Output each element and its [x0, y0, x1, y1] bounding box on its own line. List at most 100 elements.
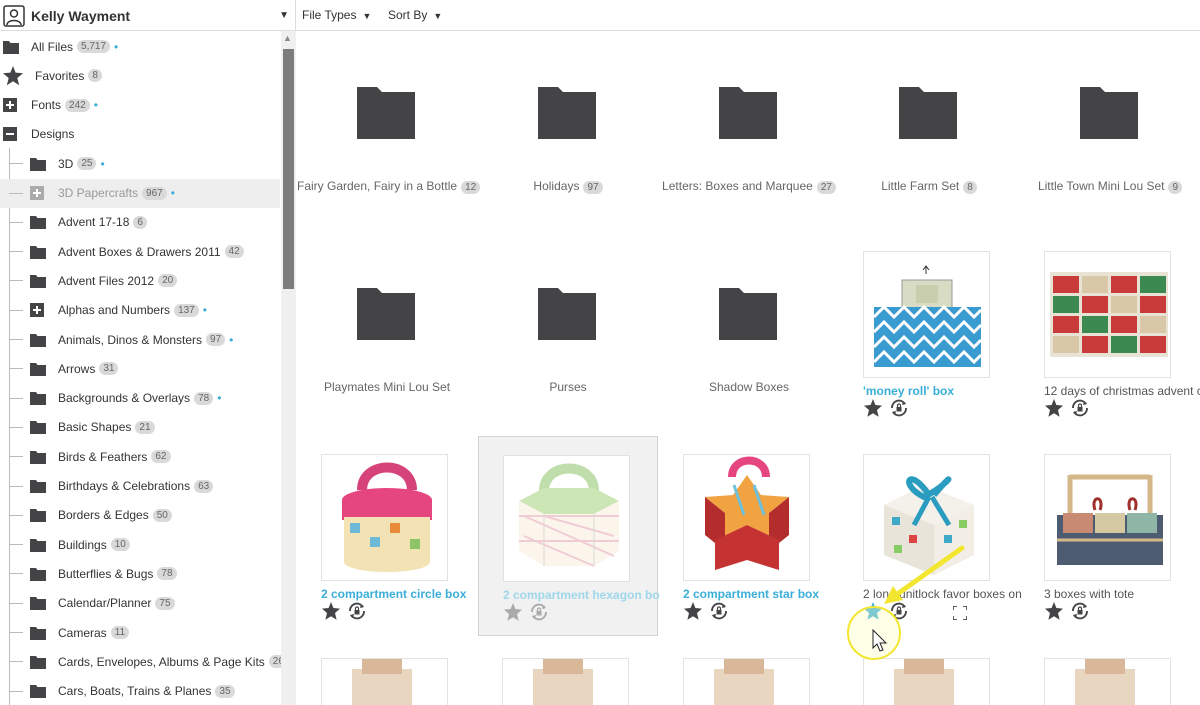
folder-icon[interactable]	[0, 479, 46, 493]
folder-icon[interactable]	[0, 420, 46, 435]
sidebar-item[interactable]: 3D 25 •	[0, 149, 280, 178]
plus-folder-icon[interactable]	[0, 98, 19, 113]
design-title[interactable]: 2 compartment star box	[683, 587, 843, 601]
folder-icon[interactable]	[0, 626, 46, 640]
design-card[interactable]: 'money roll' box	[839, 233, 1019, 433]
design-card[interactable]: 12 days of christmas advent c	[1020, 233, 1200, 433]
sidebar-item[interactable]: Calendar/Planner 75	[0, 589, 280, 618]
design-title[interactable]: 2 compartment circle box	[321, 587, 481, 601]
design-thumbnail[interactable]	[683, 658, 810, 705]
design-card[interactable]: 2 compartment hexagon bo	[478, 436, 660, 636]
sidebar-scrollbar[interactable]: ▲	[281, 31, 296, 705]
folder-icon[interactable]	[0, 245, 46, 259]
sidebar-item[interactable]: Basic Shapes 21	[0, 413, 280, 442]
sidebar-item[interactable]: Butterflies & Bugs 78	[0, 559, 280, 588]
design-thumbnail[interactable]	[683, 454, 810, 581]
plus-folder-icon[interactable]	[0, 186, 46, 200]
design-title[interactable]: 2 compartment hexagon bo	[503, 588, 663, 602]
sidebar-item[interactable]: 3D Papercrafts 967 •	[0, 178, 280, 208]
user-menu[interactable]: Kelly Wayment ▼	[0, 0, 296, 31]
plus-folder-icon[interactable]	[0, 303, 46, 318]
folder-tile[interactable]: Little Town Mini Lou Set 9	[1020, 32, 1200, 212]
folder-icon[interactable]	[0, 450, 46, 464]
folder-icon[interactable]	[0, 655, 46, 669]
sync-lock-icon[interactable]	[1070, 398, 1090, 418]
favorite-star-icon[interactable]	[1044, 398, 1064, 418]
design-title[interactable]: 2 long unitlock favor boxes on	[863, 587, 1023, 601]
sidebar-item[interactable]: Birds & Feathers 62	[0, 442, 280, 471]
sidebar-item[interactable]: All Files 5,717 •	[0, 32, 280, 61]
folder-tile[interactable]: Fairy Garden, Fairy in a Bottle 12	[297, 32, 481, 212]
favorite-star-icon[interactable]	[321, 601, 341, 621]
sidebar-item[interactable]: Advent Files 2012 20	[0, 266, 280, 295]
design-thumbnail[interactable]	[1044, 251, 1171, 378]
folder-icon[interactable]	[0, 362, 46, 376]
sidebar-item[interactable]: Animals, Dinos & Monsters 97 •	[0, 325, 280, 354]
sync-lock-icon[interactable]	[709, 601, 729, 621]
design-thumbnail[interactable]	[863, 658, 990, 705]
sidebar-item[interactable]: Arrows 31	[0, 354, 280, 383]
design-thumbnail[interactable]	[502, 658, 629, 705]
design-card[interactable]: 3 boxes with tote	[1020, 436, 1200, 636]
folder-icon[interactable]	[0, 508, 46, 523]
design-title[interactable]: 12 days of christmas advent c	[1044, 384, 1200, 398]
design-thumbnail[interactable]	[863, 251, 990, 378]
design-thumbnail[interactable]	[321, 454, 448, 581]
design-card[interactable]: 2 compartment circle box	[297, 436, 477, 636]
folder-icon[interactable]	[0, 391, 46, 406]
star-icon[interactable]	[0, 65, 23, 86]
sidebar-item[interactable]: Backgrounds & Overlays 78 •	[0, 384, 280, 413]
minus-folder-icon[interactable]	[0, 127, 19, 142]
folder-icon[interactable]	[0, 157, 46, 171]
scrollbar-thumb[interactable]	[283, 49, 294, 289]
favorite-star-icon[interactable]	[683, 601, 703, 621]
folder-tile[interactable]: Holidays 97	[478, 32, 658, 212]
folder-icon[interactable]	[0, 215, 46, 230]
sidebar-item[interactable]: Borders & Edges 50	[0, 501, 280, 530]
sidebar-item[interactable]: Buildings 10	[0, 530, 280, 559]
favorite-star-icon[interactable]	[863, 398, 883, 418]
folder-tile[interactable]: Playmates Mini Lou Set	[297, 233, 477, 413]
chevron-down-icon[interactable]: ▼	[279, 10, 289, 21]
sidebar-item[interactable]: Cars, Boats, Trains & Planes 35	[0, 677, 280, 705]
folder-tile[interactable]: Purses	[478, 233, 658, 413]
sidebar-item[interactable]: Alphas and Numbers 137 •	[0, 296, 280, 325]
folder-tile[interactable]: Little Farm Set 8	[839, 32, 1019, 212]
design-title[interactable]: 3 boxes with tote	[1044, 587, 1200, 601]
scroll-up-icon[interactable]: ▲	[283, 33, 292, 43]
folder-icon[interactable]	[0, 684, 46, 699]
design-thumbnail[interactable]	[503, 455, 630, 582]
favorite-star-icon[interactable]	[863, 601, 883, 621]
folder-icon[interactable]	[0, 596, 46, 611]
sync-lock-icon[interactable]	[1070, 601, 1090, 621]
sidebar-item[interactable]: Advent 17-18 6	[0, 208, 280, 237]
design-thumbnail[interactable]	[1044, 658, 1171, 705]
favorite-star-icon[interactable]	[503, 602, 523, 622]
folder-icon[interactable]	[0, 40, 19, 54]
sync-lock-icon[interactable]	[347, 601, 367, 621]
expand-icon[interactable]	[953, 606, 967, 620]
sync-lock-icon[interactable]	[529, 602, 549, 622]
design-card[interactable]: 2 long unitlock favor boxes on	[839, 436, 1022, 636]
design-title[interactable]: 'money roll' box	[863, 384, 1023, 398]
folder-icon[interactable]	[0, 333, 46, 347]
sidebar-item[interactable]: Birthdays & Celebrations 63	[0, 472, 280, 501]
folder-icon[interactable]	[0, 538, 46, 552]
sidebar-item[interactable]: Designs	[0, 120, 280, 149]
design-thumbnail[interactable]	[1044, 454, 1171, 581]
folder-icon[interactable]	[0, 274, 46, 288]
sort-by-dropdown[interactable]: Sort By ▼	[388, 8, 442, 22]
sidebar-item[interactable]: Cards, Envelopes, Albums & Page Kits267	[0, 647, 294, 676]
sidebar-item[interactable]: Favorites 8	[0, 61, 280, 90]
folder-tile[interactable]: Letters: Boxes and Marquee 27	[659, 32, 839, 212]
favorite-star-icon[interactable]	[1044, 601, 1064, 621]
design-thumbnail[interactable]	[863, 454, 990, 581]
sidebar-item[interactable]: Fonts 242 •	[0, 91, 280, 120]
sync-lock-icon[interactable]	[889, 398, 909, 418]
sidebar-item[interactable]: Advent Boxes & Drawers 2011 42	[0, 237, 280, 266]
design-card[interactable]: 2 compartment star box	[659, 436, 839, 636]
design-thumbnail[interactable]	[321, 658, 448, 705]
folder-icon[interactable]	[0, 567, 46, 581]
sync-lock-icon[interactable]	[889, 601, 909, 621]
file-types-dropdown[interactable]: File Types ▼	[302, 8, 371, 22]
